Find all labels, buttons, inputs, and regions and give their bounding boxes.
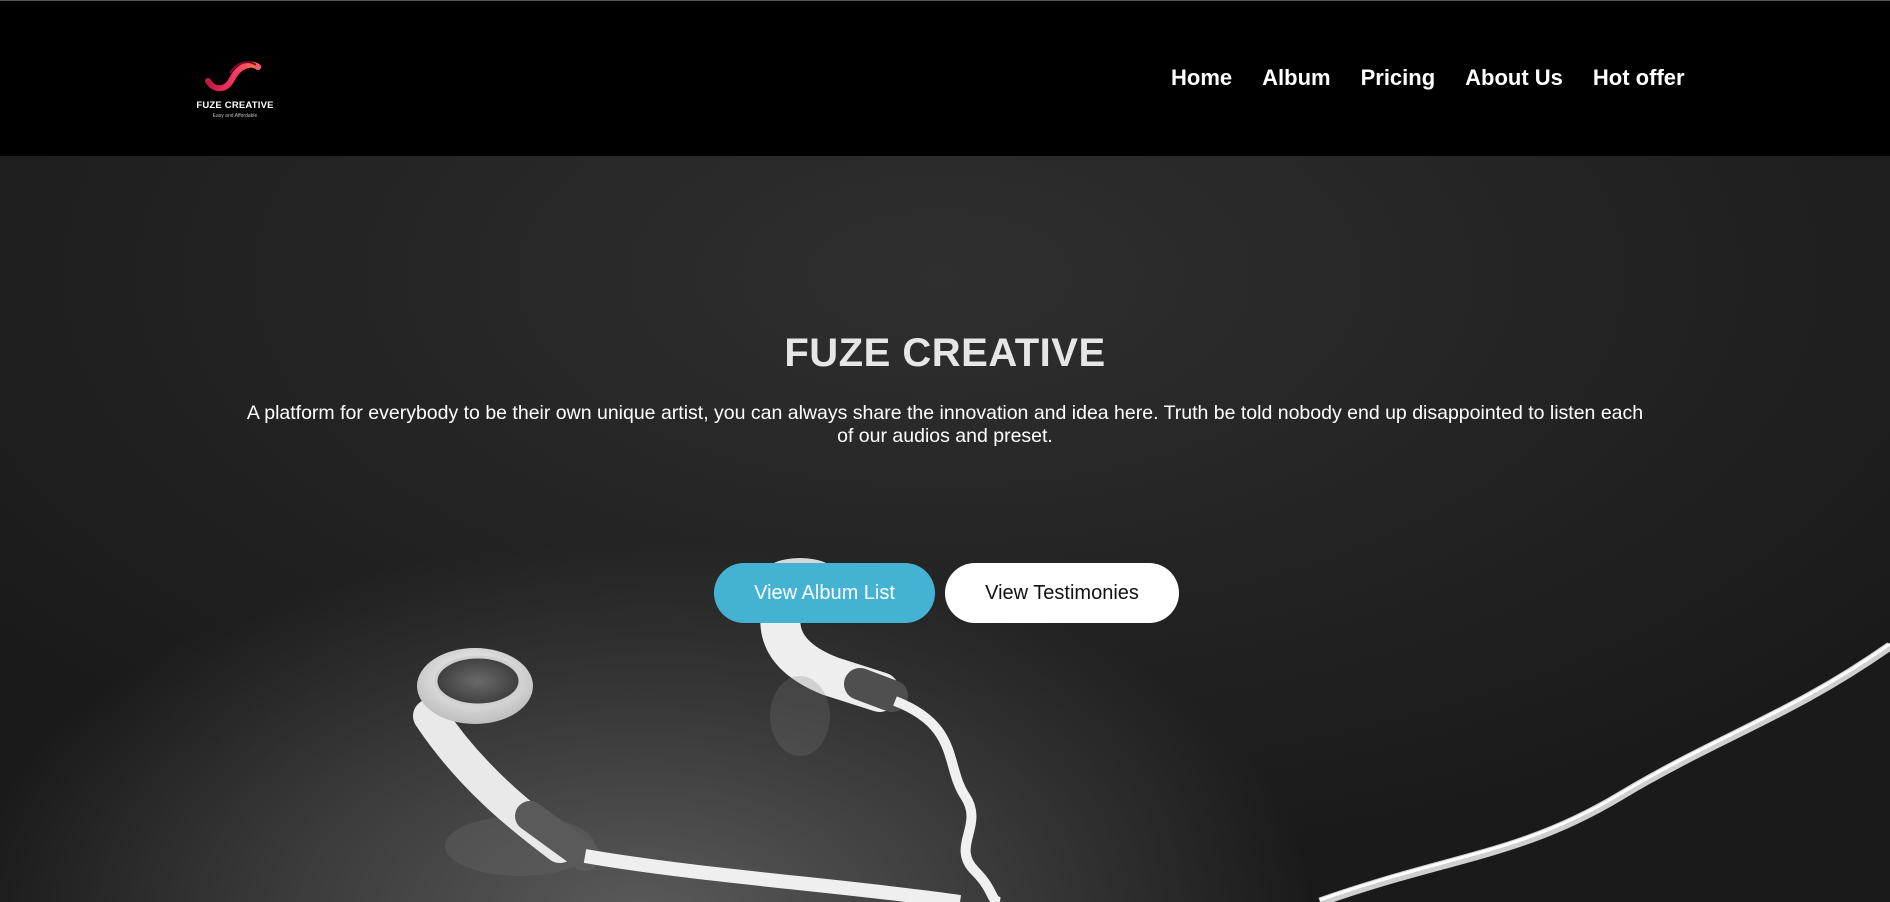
hero-description: A platform for everybody to be their own…: [246, 402, 1644, 447]
logo-brand-text: FUZE CREATIVE: [196, 100, 274, 111]
nav-home[interactable]: Home: [1171, 65, 1232, 91]
view-testimonies-button[interactable]: View Testimonies: [945, 563, 1179, 623]
view-album-list-button[interactable]: View Album List: [714, 563, 935, 623]
nav-pricing[interactable]: Pricing: [1361, 65, 1436, 91]
nav-about-us[interactable]: About Us: [1465, 65, 1563, 91]
main-nav: Home Album Pricing About Us Hot offer: [1171, 65, 1685, 91]
nav-hot-offer[interactable]: Hot offer: [1593, 65, 1685, 91]
logo-tagline: Easy and Affordable: [212, 113, 258, 119]
site-logo[interactable]: FUZE CREATIVE Easy and Affordable: [190, 53, 280, 123]
hero-title: FUZE CREATIVE: [784, 331, 1106, 375]
nav-album[interactable]: Album: [1262, 65, 1330, 91]
page: FUZE CREATIVE Easy and Affordable Home A…: [0, 0, 1890, 902]
hero-section: FUZE CREATIVE A platform for everybody t…: [0, 156, 1890, 902]
logo-swirl-icon: [205, 61, 261, 92]
earphones-background-image: [413, 558, 1890, 902]
navbar: FUZE CREATIVE Easy and Affordable Home A…: [0, 0, 1890, 156]
